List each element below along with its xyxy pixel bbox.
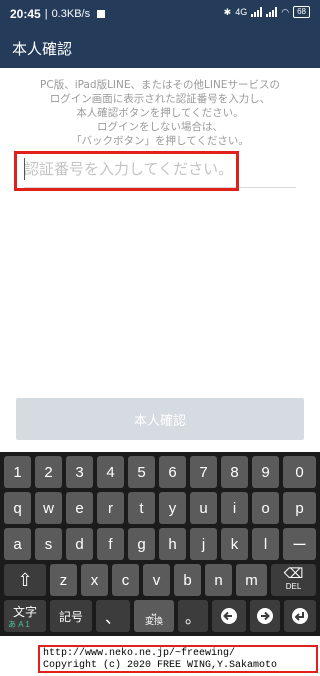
highlight-annotation [14, 151, 239, 191]
enter-key[interactable] [284, 600, 316, 632]
key-t[interactable]: t [128, 492, 155, 524]
key-6[interactable]: 6 [159, 456, 186, 488]
key-w[interactable]: w [35, 492, 62, 524]
status-separator: | [44, 8, 48, 20]
key-q[interactable]: q [4, 492, 31, 524]
delete-label: DEL [285, 582, 302, 591]
key-3[interactable]: 3 [66, 456, 93, 488]
notification-icon [97, 10, 106, 18]
key-k[interactable]: k [221, 528, 248, 560]
input-mode-key[interactable]: 文字 あ A 1 [4, 600, 46, 632]
key-y[interactable]: y [159, 492, 186, 524]
instruction-line: ログインをしない場合は、 [97, 121, 223, 133]
cursor-left-key[interactable] [212, 600, 246, 632]
delete-key[interactable]: ⌫ DEL [271, 564, 316, 596]
wifi-icon: ◠ [281, 6, 290, 17]
copyright-text: Copyright (c) 2020 FREE WING,Y.Sakamoto [43, 660, 278, 671]
space-bar-icon: ⎵ [151, 603, 157, 616]
copyright-url: http://www.neko.ne.jp/~freewing/ [43, 648, 236, 659]
arrow-left-icon [221, 608, 237, 624]
key-d[interactable]: d [66, 528, 93, 560]
key-l[interactable]: l [252, 528, 279, 560]
key-j[interactable]: j [190, 528, 217, 560]
space-label: 変換 [144, 615, 163, 626]
instruction-line: 「バックボタン」を押してください。 [71, 135, 249, 147]
network-speed: 0.3KB/s [51, 8, 91, 20]
symbols-key[interactable]: 記号 [50, 600, 92, 632]
key-c[interactable]: c [112, 564, 139, 596]
signal-icon [251, 7, 263, 17]
period-key[interactable]: 。 [178, 600, 208, 632]
comma-key[interactable]: 、 [96, 600, 130, 632]
key-7[interactable]: 7 [190, 456, 217, 488]
key-s[interactable]: s [35, 528, 62, 560]
page-title: 本人確認 [12, 40, 73, 58]
key-i[interactable]: i [221, 492, 248, 524]
status-time: 20:45 [10, 7, 41, 21]
key-r[interactable]: r [97, 492, 124, 524]
key-9[interactable]: 9 [252, 456, 279, 488]
key-h[interactable]: h [159, 528, 186, 560]
battery-icon: 68 [293, 6, 310, 18]
key-u[interactable]: u [190, 492, 217, 524]
key-2[interactable]: 2 [35, 456, 62, 488]
key-long-vowel[interactable]: ー [283, 528, 316, 560]
key-p[interactable]: p [283, 492, 316, 524]
enter-icon [292, 608, 308, 624]
app-bar: 本人確認 [0, 28, 320, 68]
instruction-line: ログイン画面に表示された認証番号を入力し、 [49, 93, 271, 105]
key-4[interactable]: 4 [97, 456, 124, 488]
backspace-icon: ⌫ [283, 565, 304, 581]
mode-sub-label: あ A 1 [8, 620, 30, 629]
instruction-text: PC版、iPad版LINE、またはその他LINEサービスの ログイン画面に表示さ… [16, 78, 304, 148]
space-key[interactable]: ⎵ 変換 [134, 600, 174, 632]
mode-label: 文字 [12, 605, 37, 619]
key-0[interactable]: 0 [283, 456, 316, 488]
key-o[interactable]: o [252, 492, 279, 524]
confirm-button[interactable]: 本人確認 [16, 398, 304, 440]
key-n[interactable]: n [205, 564, 232, 596]
key-1[interactable]: 1 [4, 456, 31, 488]
signal-label: 4G [235, 7, 248, 17]
shift-key[interactable]: ⇧ [4, 564, 46, 596]
status-right: ✱ 4G ◠ 68 [224, 6, 310, 18]
key-v[interactable]: v [143, 564, 170, 596]
instruction-line: 本人確認ボタンを押してください。 [76, 107, 244, 119]
status-bar: 20:45 | 0.3KB/s ✱ 4G ◠ 68 [0, 0, 320, 28]
key-a[interactable]: a [4, 528, 31, 560]
key-m[interactable]: m [236, 564, 267, 596]
signal-icon-2 [266, 7, 278, 17]
copyright-box: http://www.neko.ne.jp/~freewing/ Copyrig… [38, 645, 318, 673]
key-e[interactable]: e [66, 492, 93, 524]
key-f[interactable]: f [97, 528, 124, 560]
keyboard: 1 2 3 4 5 6 7 8 9 0 q w e r t y u i o p … [0, 452, 320, 636]
shift-icon: ⇧ [17, 569, 33, 590]
key-x[interactable]: x [81, 564, 108, 596]
key-8[interactable]: 8 [221, 456, 248, 488]
status-left: 20:45 | 0.3KB/s [10, 7, 106, 21]
key-5[interactable]: 5 [128, 456, 155, 488]
cursor-right-key[interactable] [250, 600, 280, 632]
key-z[interactable]: z [50, 564, 77, 596]
instruction-line: PC版、iPad版LINE、またはその他LINEサービスの [40, 79, 280, 91]
bluetooth-icon: ✱ [223, 6, 232, 17]
key-g[interactable]: g [128, 528, 155, 560]
arrow-right-icon [257, 608, 273, 624]
key-b[interactable]: b [174, 564, 201, 596]
